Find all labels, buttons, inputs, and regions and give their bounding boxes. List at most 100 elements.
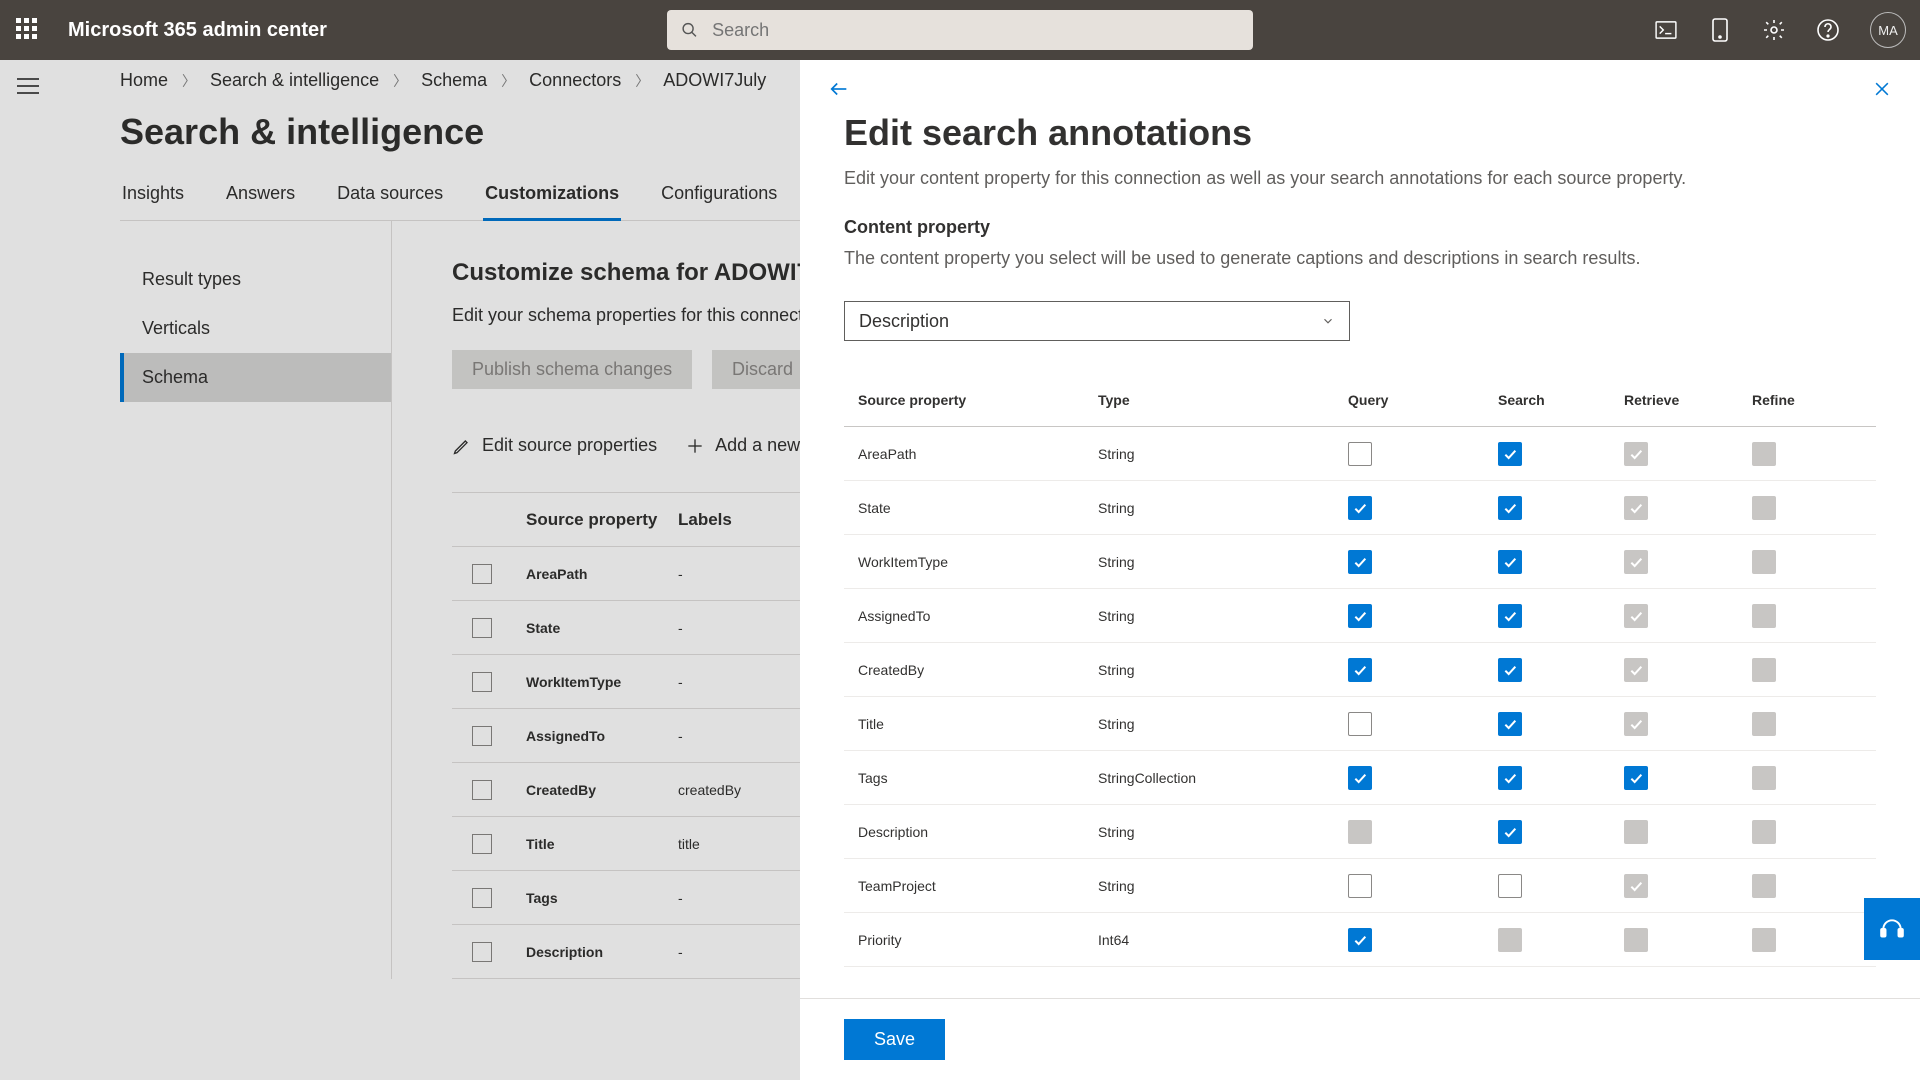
annotations-table: Source property Type Query Search Retrie…	[844, 373, 1876, 967]
cell-source: Description	[844, 824, 1098, 840]
discard-button[interactable]: Discard	[712, 350, 813, 389]
checkbox-search[interactable]	[1498, 604, 1522, 628]
breadcrumb-item[interactable]: Connectors	[529, 70, 621, 91]
checkbox-search[interactable]	[1498, 874, 1522, 898]
table-row: DescriptionString	[844, 805, 1876, 859]
cell-type: String	[1098, 554, 1348, 570]
breadcrumb-item[interactable]: Schema	[421, 70, 487, 91]
cell-type: String	[1098, 716, 1348, 732]
nav-toggle-icon[interactable]	[17, 78, 39, 94]
checkbox-retrieve[interactable]	[1624, 766, 1648, 790]
cell-source: Title	[844, 716, 1098, 732]
checkbox-query[interactable]	[1348, 550, 1372, 574]
tab-data-sources[interactable]: Data sources	[335, 171, 445, 220]
chevron-down-icon	[1321, 314, 1335, 328]
breadcrumb-item[interactable]: Home	[120, 70, 168, 91]
checkbox-retrieve	[1624, 442, 1648, 466]
close-icon[interactable]	[1872, 79, 1892, 99]
cell-source: AssignedTo	[844, 608, 1098, 624]
cell-source-property: State	[526, 620, 678, 636]
cell-type: String	[1098, 500, 1348, 516]
side-nav: Result types Verticals Schema	[120, 221, 392, 979]
checkbox-search[interactable]	[1498, 550, 1522, 574]
column-header: Retrieve	[1624, 392, 1752, 408]
cell-type: Int64	[1098, 932, 1348, 948]
cell-source: AreaPath	[844, 446, 1098, 462]
checkbox-search[interactable]	[1498, 712, 1522, 736]
checkbox-query[interactable]	[1348, 442, 1372, 466]
cell-type: String	[1098, 608, 1348, 624]
app-title: Microsoft 365 admin center	[68, 19, 327, 42]
side-item-schema[interactable]: Schema	[120, 353, 391, 402]
headset-icon	[1879, 916, 1905, 942]
checkbox-refine	[1752, 712, 1776, 736]
mobile-icon[interactable]	[1708, 18, 1732, 42]
side-item-verticals[interactable]: Verticals	[120, 304, 391, 353]
edit-source-properties-link[interactable]: Edit source properties	[452, 435, 657, 456]
dropdown-value: Description	[859, 311, 949, 332]
checkbox-query[interactable]	[1348, 874, 1372, 898]
content-property-dropdown[interactable]: Description	[844, 301, 1350, 341]
checkbox-search[interactable]	[1498, 766, 1522, 790]
checkbox-query[interactable]	[1348, 604, 1372, 628]
pencil-icon	[452, 436, 472, 456]
row-checkbox[interactable]	[472, 726, 492, 746]
help-icon[interactable]	[1816, 18, 1840, 42]
add-new-link[interactable]: Add a new	[685, 435, 800, 456]
tab-answers[interactable]: Answers	[224, 171, 297, 220]
checkbox-search[interactable]	[1498, 442, 1522, 466]
row-checkbox[interactable]	[472, 888, 492, 908]
settings-gear-icon[interactable]	[1762, 18, 1786, 42]
breadcrumb-item[interactable]: Search & intelligence	[210, 70, 379, 91]
checkbox-retrieve	[1624, 658, 1648, 682]
checkbox-search	[1498, 928, 1522, 952]
table-row: AreaPathString	[844, 427, 1876, 481]
content-property-hint: The content property you select will be …	[844, 248, 1876, 269]
cell-source-property: WorkItemType	[526, 674, 678, 690]
side-item-result-types[interactable]: Result types	[120, 255, 391, 304]
row-checkbox[interactable]	[472, 780, 492, 800]
checkbox-retrieve	[1624, 820, 1648, 844]
tab-customizations[interactable]: Customizations	[483, 171, 621, 221]
checkbox-search[interactable]	[1498, 496, 1522, 520]
checkbox-refine	[1752, 658, 1776, 682]
row-checkbox[interactable]	[472, 834, 492, 854]
global-search[interactable]	[667, 10, 1253, 50]
checkbox-query[interactable]	[1348, 712, 1372, 736]
tab-insights[interactable]: Insights	[120, 171, 186, 220]
cell-source-property: AssignedTo	[526, 728, 678, 744]
row-checkbox[interactable]	[472, 618, 492, 638]
checkbox-refine	[1752, 766, 1776, 790]
help-fab[interactable]	[1864, 898, 1920, 960]
breadcrumb-item: ADOWI7July	[663, 70, 766, 91]
checkbox-query[interactable]	[1348, 658, 1372, 682]
checkbox-query[interactable]	[1348, 496, 1372, 520]
column-header: Search	[1498, 392, 1624, 408]
cell-type: String	[1098, 446, 1348, 462]
save-button[interactable]: Save	[844, 1019, 945, 1060]
checkbox-refine	[1752, 928, 1776, 952]
cloud-shell-icon[interactable]	[1654, 18, 1678, 42]
table-row: CreatedByString	[844, 643, 1876, 697]
cell-source-property: Description	[526, 944, 678, 960]
chevron-right-icon: 〉	[501, 71, 515, 91]
checkbox-retrieve	[1624, 550, 1648, 574]
publish-schema-button[interactable]: Publish schema changes	[452, 350, 692, 389]
content-property-label: Content property	[844, 217, 1876, 238]
row-checkbox[interactable]	[472, 564, 492, 584]
checkbox-query[interactable]	[1348, 766, 1372, 790]
back-arrow-icon[interactable]	[828, 78, 850, 100]
app-launcher-icon[interactable]	[16, 18, 40, 42]
search-input[interactable]	[710, 19, 1239, 42]
row-checkbox[interactable]	[472, 672, 492, 692]
plus-icon	[685, 436, 705, 456]
checkbox-query[interactable]	[1348, 928, 1372, 952]
row-checkbox[interactable]	[472, 942, 492, 962]
checkbox-retrieve	[1624, 928, 1648, 952]
panel-description: Edit your content property for this conn…	[844, 168, 1876, 189]
tab-configurations[interactable]: Configurations	[659, 171, 779, 220]
checkbox-refine	[1752, 550, 1776, 574]
checkbox-search[interactable]	[1498, 658, 1522, 682]
user-avatar[interactable]: MA	[1870, 12, 1906, 48]
checkbox-search[interactable]	[1498, 820, 1522, 844]
